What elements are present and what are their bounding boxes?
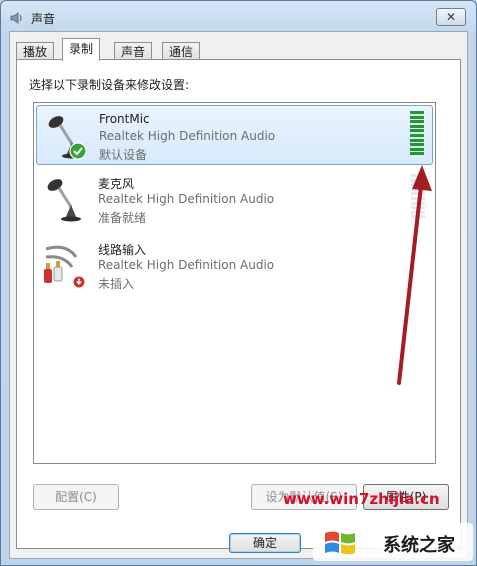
recording-panel: 选择以下录制设备来修改设置: FrontMic Realtek High Def…	[16, 59, 461, 549]
device-item-microphone[interactable]: 麦克风 Realtek High Definition Audio 准备就绪	[36, 169, 433, 229]
level-meter	[410, 111, 424, 157]
close-button[interactable]: ✕	[436, 8, 466, 26]
ok-button[interactable]: 确定	[229, 533, 301, 553]
level-meter-segment	[410, 152, 424, 156]
watermark-url: www.win7zhijia.cn	[283, 490, 440, 508]
level-meter-segment	[410, 111, 424, 114]
device-driver: Realtek High Definition Audio	[98, 258, 275, 272]
device-driver: Realtek High Definition Audio	[99, 129, 276, 143]
close-icon: ✕	[445, 10, 457, 24]
windows-logo-icon	[325, 531, 355, 555]
watermark-logo: 系统之家	[313, 523, 473, 561]
level-meter-segment	[411, 197, 425, 200]
dialog-client: 播放 录制 声音 通信 选择以下录制设备来修改设置: FrontMic Real…	[9, 31, 468, 559]
level-meter-segment	[411, 174, 425, 177]
instruction-text: 选择以下录制设备来修改设置:	[29, 78, 190, 92]
title-bar: 声音 ✕	[1, 1, 476, 35]
device-item-frontmic[interactable]: FrontMic Realtek High Definition Audio 默…	[36, 105, 433, 165]
level-meter-segment	[410, 147, 424, 151]
level-meter-segment	[410, 120, 424, 124]
level-meter-segment	[410, 129, 424, 133]
tab-recording[interactable]: 录制	[62, 38, 101, 61]
microphone-icon	[47, 179, 81, 222]
tab-sounds[interactable]: 声音	[114, 42, 153, 60]
device-status: 准备就绪	[98, 211, 147, 225]
level-meter-segment	[410, 138, 424, 142]
speaker-icon	[10, 12, 22, 24]
tab-playback[interactable]: 播放	[16, 42, 55, 60]
level-meter-segment	[410, 143, 424, 147]
level-meter-segment	[411, 210, 425, 214]
level-meter-segment	[411, 206, 425, 210]
level-meter-segment	[411, 187, 425, 191]
tab-communications[interactable]: 通信	[162, 42, 201, 60]
recording-device-list[interactable]: FrontMic Realtek High Definition Audio 默…	[33, 102, 436, 464]
device-status: 默认设备	[99, 148, 148, 162]
device-status: 未插入	[98, 277, 135, 291]
window-title: 声音	[31, 12, 56, 26]
level-meter-segment	[411, 201, 425, 205]
level-meter-segment	[410, 124, 424, 128]
device-name: FrontMic	[99, 112, 150, 126]
device-driver: Realtek High Definition Audio	[98, 192, 275, 206]
level-meter-segment	[411, 215, 425, 219]
level-meter-segment	[411, 178, 425, 182]
level-meter-segment	[411, 183, 425, 187]
level-meter-segment	[410, 115, 424, 119]
unplugged-badge-icon	[72, 275, 86, 289]
configure-button[interactable]: 配置(C)	[33, 484, 119, 510]
device-name: 麦克风	[98, 177, 135, 191]
level-meter-segment	[411, 192, 425, 196]
device-name: 线路输入	[98, 243, 147, 257]
level-meter-segment	[410, 134, 424, 137]
watermark-logo-text: 系统之家	[383, 535, 455, 556]
level-meter	[411, 174, 425, 220]
check-badge-icon	[69, 142, 87, 160]
sound-dialog: 声音 ✕ 播放 录制 声音 通信 选择以下录制设备来修改设置: FrontMic…	[0, 0, 477, 566]
device-item-line-in[interactable]: 线路输入 Realtek High Definition Audio 未插入	[36, 235, 433, 295]
